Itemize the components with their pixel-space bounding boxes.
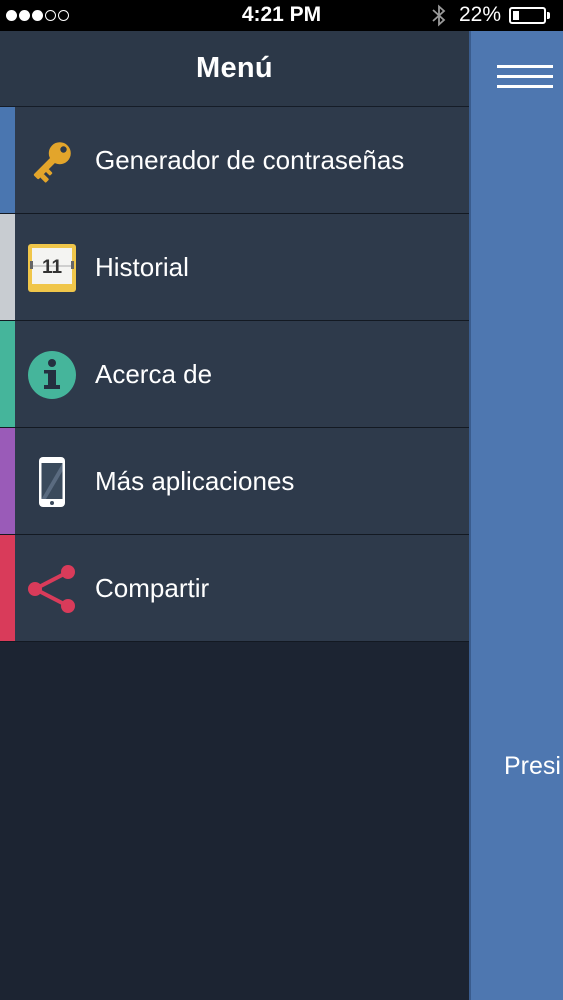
menu-item-color-stripe (0, 321, 15, 427)
battery-icon (509, 7, 546, 24)
menu-item-history[interactable]: 11 Historial (0, 214, 469, 321)
battery-fill (513, 11, 519, 20)
hamburger-line (497, 75, 553, 78)
menu-item-label: Historial (95, 252, 189, 282)
share-icon (28, 565, 75, 613)
battery-tip (547, 12, 550, 19)
info-icon (28, 351, 76, 399)
hamburger-menu-icon[interactable] (497, 65, 553, 91)
side-menu: Menú Generador de contraseñas 11 Histori… (0, 31, 469, 1000)
menu-item-color-stripe (0, 214, 15, 320)
menu-item-more-apps[interactable]: Más aplicaciones (0, 428, 469, 535)
menu-item-password-generator[interactable]: Generador de contraseñas (0, 107, 469, 214)
calendar-icon-day: 11 (42, 257, 63, 278)
bluetooth-icon (432, 4, 446, 27)
menu-item-label: Generador de contraseñas (95, 145, 405, 175)
menu-item-about[interactable]: Acerca de (0, 321, 469, 428)
menu-item-color-stripe (0, 428, 15, 534)
hamburger-line (497, 65, 553, 68)
battery-percentage: 22% (459, 3, 502, 26)
menu-header: Menú (0, 31, 469, 107)
menu-item-share[interactable]: Compartir (0, 535, 469, 642)
menu-item-color-stripe (0, 107, 15, 213)
menu-item-color-stripe (0, 535, 15, 641)
status-bar: 4:21 PM 22% (0, 0, 563, 31)
menu-item-label: Más aplicaciones (95, 466, 295, 496)
main-panel[interactable]: Presi (469, 31, 563, 1000)
menu-item-label: Acerca de (95, 359, 213, 389)
hamburger-line (497, 85, 553, 88)
smartphone-icon (39, 457, 65, 507)
key-icon (33, 142, 71, 183)
calendar-icon: 11 (28, 244, 76, 292)
main-panel-text: Presi (504, 752, 561, 780)
menu-item-label: Compartir (95, 573, 210, 603)
menu-title: Menú (196, 52, 273, 84)
